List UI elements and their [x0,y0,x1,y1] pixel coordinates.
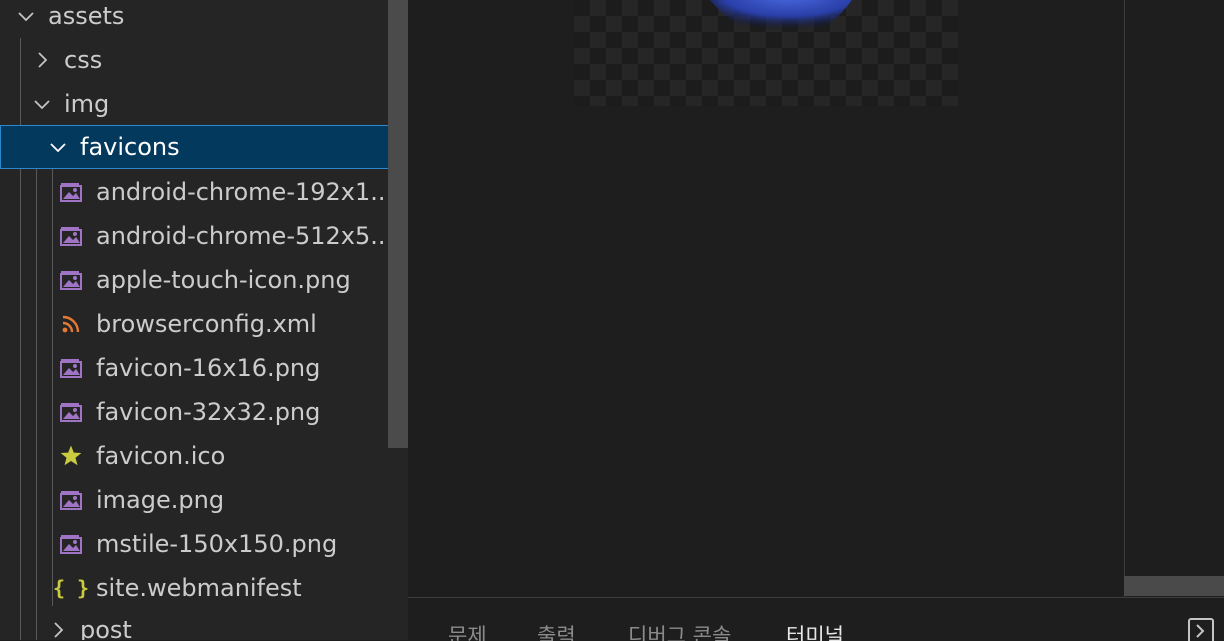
tree-file-browserconfig[interactable]: browserconfig.xml [0,302,408,346]
tree-folder-favicons[interactable]: favicons [0,125,408,169]
tree-file-android-chrome-192[interactable]: android-chrome-192x1... [0,170,408,214]
tab-problems[interactable]: 문제 [448,620,487,641]
editor-scrollbar-track [1124,0,1125,597]
chevron-down-icon [14,4,38,28]
tree-file-apple-touch-icon[interactable]: apple-touch-icon.png [0,258,408,302]
image-file-icon [58,179,84,205]
tab-terminal[interactable]: 터미널 [786,620,844,641]
tree-folder-img[interactable]: img [0,82,408,126]
tree-file-image-png[interactable]: image.png [0,478,408,522]
json-braces-icon: { } [52,576,90,600]
preview-graphic [709,0,852,41]
sidebar-scrollbar[interactable] [388,0,408,448]
chevron-down-icon [46,135,70,159]
tree-item-label: favicon-16x16.png [96,354,321,382]
terminal-toggle-icon[interactable] [1188,618,1214,641]
image-file-icon [58,531,84,557]
tree-item-label: android-chrome-512x5... [96,222,394,250]
image-file-icon [58,223,84,249]
tree-item-label: browserconfig.xml [96,310,317,338]
tree-folder-css[interactable]: css [0,38,408,82]
tree-file-favicon-16x16[interactable]: favicon-16x16.png [0,346,408,390]
tree-file-android-chrome-512[interactable]: android-chrome-512x5... [0,214,408,258]
tree-item-label: post [80,616,132,640]
tree-file-favicon-32x32[interactable]: favicon-32x32.png [0,390,408,434]
rss-xml-icon [58,311,84,337]
chevron-down-icon [30,92,54,116]
tree-item-label: site.webmanifest [96,574,302,602]
image-file-icon [58,399,84,425]
tree-item-label: favicons [80,133,180,161]
editor-horizontal-scrollbar[interactable] [1124,576,1224,596]
tree-item-label: apple-touch-icon.png [96,266,351,294]
chevron-right-icon [30,48,54,72]
tree-file-site-webmanifest[interactable]: { } site.webmanifest [0,566,408,610]
explorer-sidebar: assets css img favicons android-chrome-1… [0,0,408,640]
tree-file-favicon-ico[interactable]: favicon.ico [0,434,408,478]
tree-item-label: assets [48,2,125,30]
image-file-icon [58,355,84,381]
tree-item-label: android-chrome-192x1... [96,178,394,206]
image-file-icon [58,267,84,293]
tree-folder-post[interactable]: post [0,608,408,640]
tree-folder-assets[interactable]: assets [0,0,408,38]
tab-debug-console[interactable]: 디버그 콘솔 [628,620,731,641]
image-preview [574,0,958,106]
star-icon [58,443,84,469]
tab-output[interactable]: 출력 [537,620,576,641]
tree-item-label: favicon.ico [96,442,226,470]
bottom-panel: 문제 출력 디버그 콘솔 터미널 [408,597,1224,641]
tree-item-label: image.png [96,486,225,514]
image-preview-editor [408,0,1224,597]
tree-item-label: favicon-32x32.png [96,398,321,426]
tree-item-label: css [64,46,103,74]
chevron-right-icon [46,618,70,640]
tree-item-label: mstile-150x150.png [96,530,338,558]
tree-item-label: img [64,90,110,118]
tree-file-mstile[interactable]: mstile-150x150.png [0,522,408,566]
image-file-icon [58,487,84,513]
